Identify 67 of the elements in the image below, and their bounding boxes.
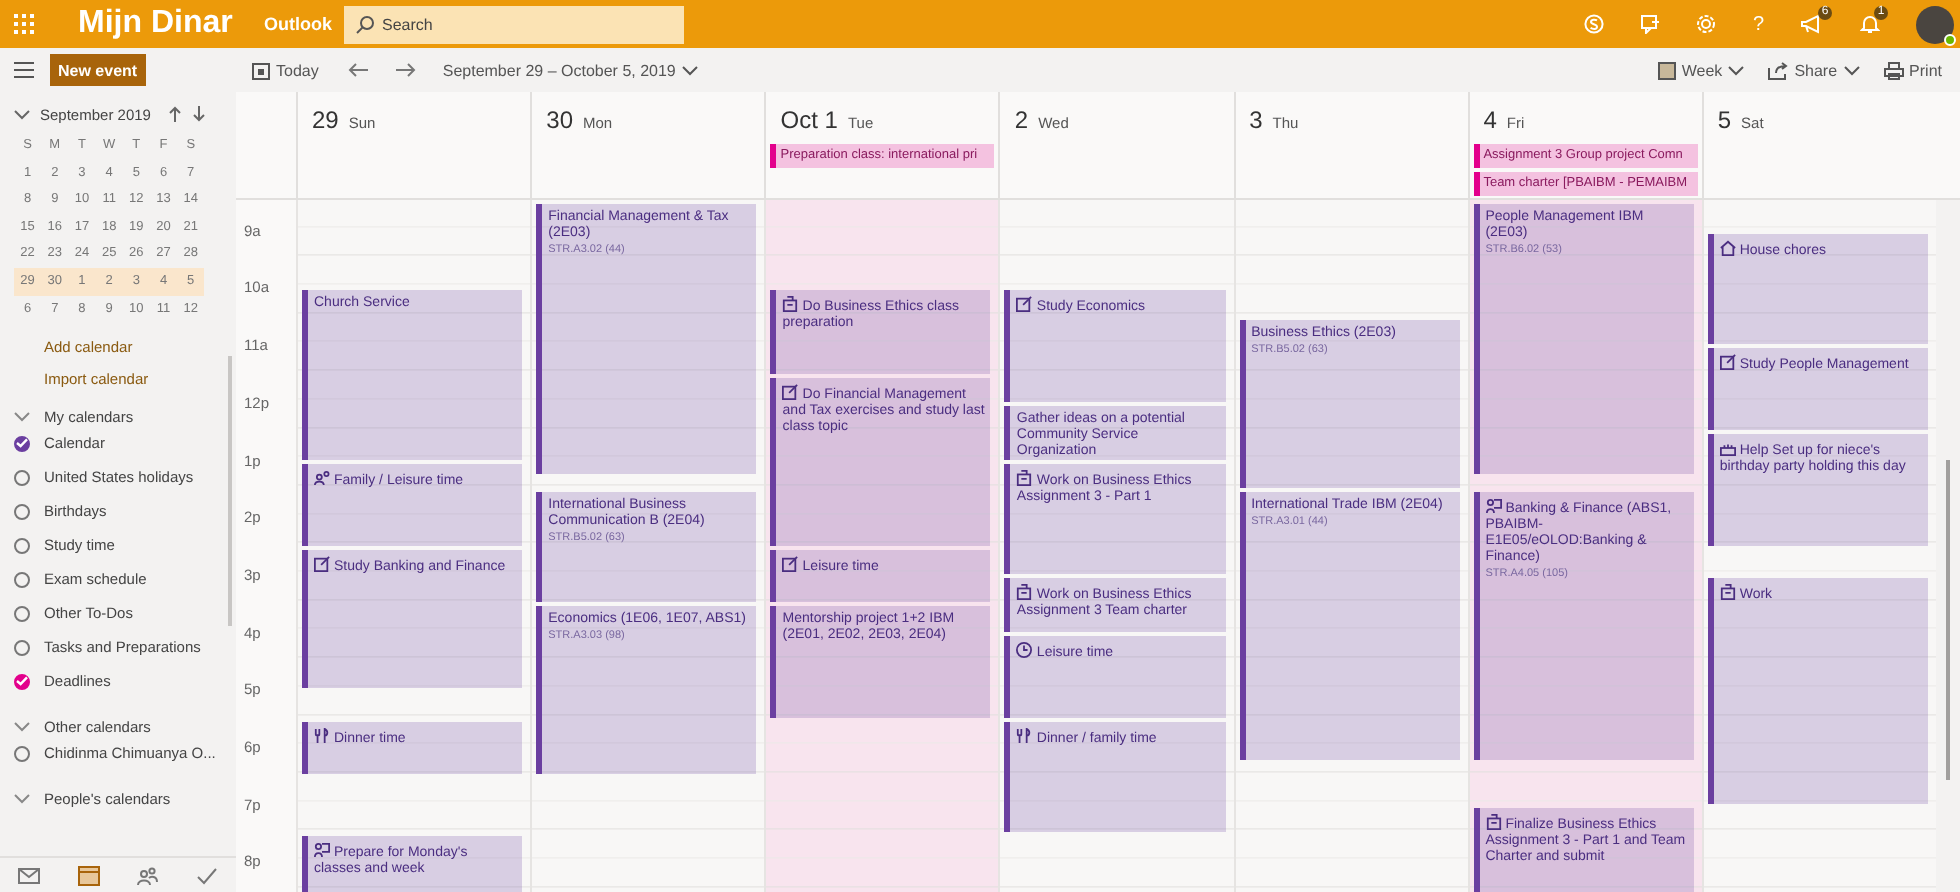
- chat-icon[interactable]: [1640, 14, 1661, 34]
- people-icon: [314, 469, 330, 486]
- day-number[interactable]: 30: [546, 106, 573, 134]
- chevron-down-icon: [1843, 65, 1860, 75]
- checked-checkbox[interactable]: [14, 435, 30, 452]
- note-icon: [314, 555, 330, 572]
- presenter-icon: [314, 842, 330, 859]
- chevron-down-icon: [1728, 65, 1745, 75]
- check-icon[interactable]: [195, 865, 218, 885]
- skype-icon[interactable]: [1584, 14, 1605, 34]
- chevron-down-icon[interactable]: [14, 109, 30, 119]
- search-field[interactable]: Search: [344, 5, 684, 43]
- day-number[interactable]: Oct 1: [780, 106, 838, 134]
- day-number[interactable]: 5: [1717, 106, 1732, 134]
- note-icon: [1719, 354, 1736, 371]
- scrollbar-thumb[interactable]: [228, 356, 232, 626]
- checkbox[interactable]: [14, 605, 30, 622]
- down-arrow-icon[interactable]: [192, 106, 207, 122]
- search-icon: [356, 15, 374, 33]
- clock-icon: [1016, 641, 1033, 658]
- day-number[interactable]: 2: [1014, 106, 1029, 134]
- calendar-icon[interactable]: [77, 865, 100, 885]
- share-button[interactable]: Share: [1762, 61, 1866, 79]
- megaphone-icon[interactable]: [1800, 14, 1824, 34]
- menu-icon[interactable]: [14, 62, 34, 78]
- calendar-grid-icon: [1657, 61, 1676, 79]
- checkbox[interactable]: [14, 469, 30, 486]
- next-arrow-icon[interactable]: [394, 62, 417, 78]
- checkbox[interactable]: [14, 571, 30, 588]
- chevron-down-icon[interactable]: [14, 411, 30, 422]
- house-icon: [1719, 239, 1736, 256]
- bell-icon[interactable]: [1860, 14, 1880, 34]
- chevron-down-icon[interactable]: [14, 721, 30, 732]
- scrollbar-thumb[interactable]: [1946, 460, 1950, 780]
- today-button[interactable]: Today: [246, 61, 325, 79]
- day-number[interactable]: 29: [312, 106, 339, 134]
- app-name: Mijn Dinar: [78, 6, 235, 42]
- print-button[interactable]: Print: [1877, 61, 1948, 79]
- checked-checkbox[interactable]: [14, 673, 30, 690]
- share-icon: [1768, 61, 1789, 79]
- mail-icon[interactable]: [18, 865, 41, 885]
- fork-knife-icon: [1016, 727, 1033, 744]
- settings-icon[interactable]: [1696, 14, 1717, 34]
- previous-arrow-icon[interactable]: [348, 62, 371, 78]
- avatar[interactable]: [1916, 5, 1954, 43]
- cake-icon: [1719, 440, 1736, 457]
- note-icon: [782, 555, 799, 572]
- people-icon[interactable]: [136, 865, 159, 885]
- day-number[interactable]: 3: [1249, 106, 1263, 134]
- date-range-picker[interactable]: September 29 – October 5, 2019: [436, 61, 704, 79]
- checkbox[interactable]: [14, 639, 30, 656]
- checkbox[interactable]: [14, 745, 30, 762]
- new-event-button[interactable]: New event: [50, 54, 146, 86]
- checkbox[interactable]: [14, 537, 30, 554]
- day-number[interactable]: 4: [1483, 106, 1497, 134]
- up-arrow-icon[interactable]: [168, 106, 183, 122]
- printer-icon: [1883, 61, 1904, 79]
- note-icon: [782, 383, 799, 400]
- presenter-icon: [1485, 497, 1502, 514]
- checkbox[interactable]: [14, 503, 30, 520]
- chevron-down-icon: [681, 65, 698, 75]
- chevron-down-icon[interactable]: [14, 793, 30, 804]
- note-icon: [1016, 296, 1033, 313]
- view-switcher[interactable]: Week: [1651, 61, 1751, 79]
- app-launcher-icon[interactable]: [14, 14, 34, 34]
- fork-knife-icon: [314, 727, 330, 744]
- calendar-icon: [252, 61, 270, 79]
